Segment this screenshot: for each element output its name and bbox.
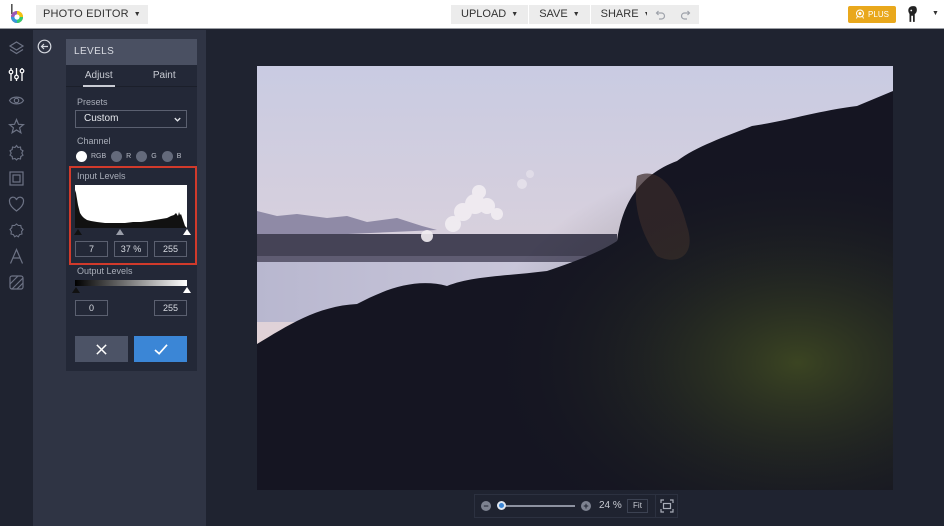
input-white-field[interactable]: 255: [154, 241, 187, 257]
plus-upgrade-button[interactable]: PLUS: [848, 6, 896, 23]
app-logo[interactable]: [8, 4, 26, 24]
channel-radio-rgb[interactable]: RGB: [76, 150, 107, 162]
undo-redo-group: [647, 5, 699, 24]
output-white-handle[interactable]: [183, 287, 191, 293]
panel-tabs: Adjust Paint: [66, 65, 197, 87]
caret-down-icon: ▼: [511, 11, 519, 18]
sidebar-item-layers[interactable]: [8, 40, 25, 57]
chevron-down-icon: [174, 117, 181, 122]
zoom-in-button[interactable]: +: [581, 501, 591, 511]
tools-sidebar: [0, 30, 33, 526]
fit-button[interactable]: Fit: [627, 499, 648, 513]
channel-radio-g[interactable]: G: [136, 150, 157, 162]
badge-icon: [9, 223, 24, 238]
caret-down-icon: ▼: [932, 10, 939, 17]
upload-label: UPLOAD: [461, 8, 507, 20]
channel-rgb-label: RGB: [91, 152, 107, 160]
presets-label: Presets: [77, 97, 108, 107]
zoom-divider: [655, 495, 656, 517]
user-menu[interactable]: ▼: [906, 4, 939, 25]
plus-label: PLUS: [868, 10, 889, 19]
upload-menu-button[interactable]: UPLOAD ▼: [451, 5, 529, 24]
sidebar-item-view[interactable]: [8, 92, 25, 109]
close-icon: [96, 343, 107, 355]
output-white-field[interactable]: 255: [154, 300, 187, 316]
frame-icon: [9, 171, 24, 186]
undo-icon[interactable]: [654, 9, 666, 21]
share-label: SHARE: [600, 8, 639, 20]
save-menu-button[interactable]: SAVE ▼: [529, 5, 590, 24]
eye-icon: [8, 96, 25, 105]
photo-canvas[interactable]: [257, 66, 893, 490]
output-black-handle[interactable]: [72, 287, 80, 293]
sidebar-item-favorites[interactable]: [7, 117, 26, 135]
heart-icon: [8, 196, 25, 212]
back-arrow-icon[interactable]: [37, 39, 52, 54]
caret-down-icon: ▼: [133, 11, 141, 18]
sidebar-item-text[interactable]: [8, 247, 25, 265]
input-white-point-handle[interactable]: [183, 229, 191, 235]
input-levels-label: Input Levels: [77, 171, 126, 181]
channel-r-label: R: [126, 152, 132, 160]
radio-selected-icon: [76, 150, 87, 162]
histogram: [75, 185, 187, 228]
channel-radio-b[interactable]: B: [161, 150, 182, 162]
input-black-field[interactable]: 7: [75, 241, 108, 257]
zoom-slider-thumb[interactable]: [497, 501, 506, 510]
zoom-out-button[interactable]: −: [481, 501, 491, 511]
zoom-slider-track[interactable]: [501, 505, 575, 507]
layers-icon: [8, 41, 25, 55]
file-menu-group: UPLOAD ▼ SAVE ▼ SHARE ▼: [451, 5, 662, 24]
sidebar-item-frames[interactable]: [8, 170, 25, 187]
user-avatar-icon: [908, 6, 917, 22]
tab-adjust[interactable]: Adjust: [66, 65, 132, 87]
caret-down-icon: ▼: [572, 11, 580, 18]
sidebar-item-graphics[interactable]: [8, 196, 25, 213]
output-black-field[interactable]: 0: [75, 300, 108, 316]
texture-icon: [9, 275, 24, 290]
sidebar-item-adjust[interactable]: [8, 66, 25, 83]
radio-icon: [161, 150, 173, 162]
zoom-percent: 24 %: [599, 500, 622, 511]
tab-paint[interactable]: Paint: [132, 65, 198, 86]
presets-value: Custom: [84, 113, 119, 124]
channel-b-label: B: [176, 152, 182, 160]
radio-icon: [136, 150, 148, 162]
channel-radio-r[interactable]: R: [111, 150, 132, 162]
input-black-point-handle[interactable]: [74, 229, 82, 235]
sidebar-item-textures[interactable]: [8, 274, 25, 291]
gear-badge-icon: [9, 144, 24, 161]
photo-editor-menu[interactable]: PHOTO EDITOR ▼: [36, 5, 148, 24]
output-levels-label: Output Levels: [77, 266, 133, 276]
star-icon: [7, 117, 26, 135]
sidebar-item-effects[interactable]: [8, 144, 25, 161]
save-label: SAVE: [539, 8, 568, 20]
presets-select[interactable]: Custom: [75, 110, 187, 128]
channel-radio-group: RGB R G B: [76, 150, 186, 162]
radio-icon: [111, 150, 123, 162]
output-gradient-bar: [75, 280, 187, 286]
fullscreen-icon[interactable]: [660, 499, 674, 513]
photo-editor-label: PHOTO EDITOR: [43, 8, 129, 20]
sidebar-item-overlays[interactable]: [8, 222, 25, 239]
apply-button[interactable]: [134, 336, 187, 362]
input-midtone-field[interactable]: 37 %: [114, 241, 148, 257]
channel-g-label: G: [151, 152, 157, 160]
check-icon: [153, 343, 168, 355]
channel-label: Channel: [77, 136, 111, 146]
plus-badge-icon: [856, 9, 865, 19]
input-midtone-handle[interactable]: [116, 229, 124, 235]
redo-icon[interactable]: [680, 9, 692, 21]
top-bar: PHOTO EDITOR▼ UPLOAD▼ SAVE▼ SHARE▼ PLUS …: [0, 0, 944, 29]
sliders-icon: [8, 68, 25, 81]
zoom-toolbar: − + 24 % Fit: [474, 494, 678, 518]
cancel-button[interactable]: [75, 336, 128, 362]
panel-title: LEVELS: [66, 39, 197, 65]
text-icon: [9, 247, 24, 264]
